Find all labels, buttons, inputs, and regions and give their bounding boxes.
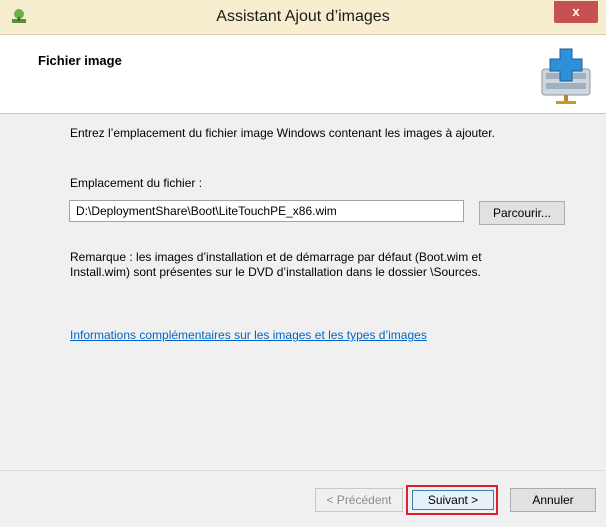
next-button[interactable]: Suivant > xyxy=(412,490,494,510)
wizard-content: Entrez l’emplacement du fichier image Wi… xyxy=(0,114,606,470)
add-image-icon xyxy=(541,48,591,104)
intro-text: Entrez l’emplacement du fichier image Wi… xyxy=(70,126,495,140)
page-heading: Fichier image xyxy=(38,53,122,68)
title-bar: Assistant Ajout d’images x xyxy=(0,0,606,35)
note-text: Remarque : les images d’installation et … xyxy=(70,250,482,279)
window-title: Assistant Ajout d’images xyxy=(216,8,390,25)
next-button-highlight: Suivant > xyxy=(406,485,498,515)
previous-button: < Précédent xyxy=(315,488,403,512)
browse-button[interactable]: Parcourir... xyxy=(479,201,565,225)
file-location-input[interactable] xyxy=(69,200,464,222)
wizard-footer: < Précédent Suivant > Annuler xyxy=(0,470,606,527)
add-image-wizard-window: Assistant Ajout d’images x Fichier image… xyxy=(0,0,606,527)
cancel-button[interactable]: Annuler xyxy=(510,488,596,512)
close-button[interactable]: x xyxy=(554,1,598,23)
info-link[interactable]: Informations complémentaires sur les ima… xyxy=(70,328,427,342)
wizard-header: Fichier image xyxy=(0,35,606,114)
location-label: Emplacement du fichier : xyxy=(70,176,203,190)
